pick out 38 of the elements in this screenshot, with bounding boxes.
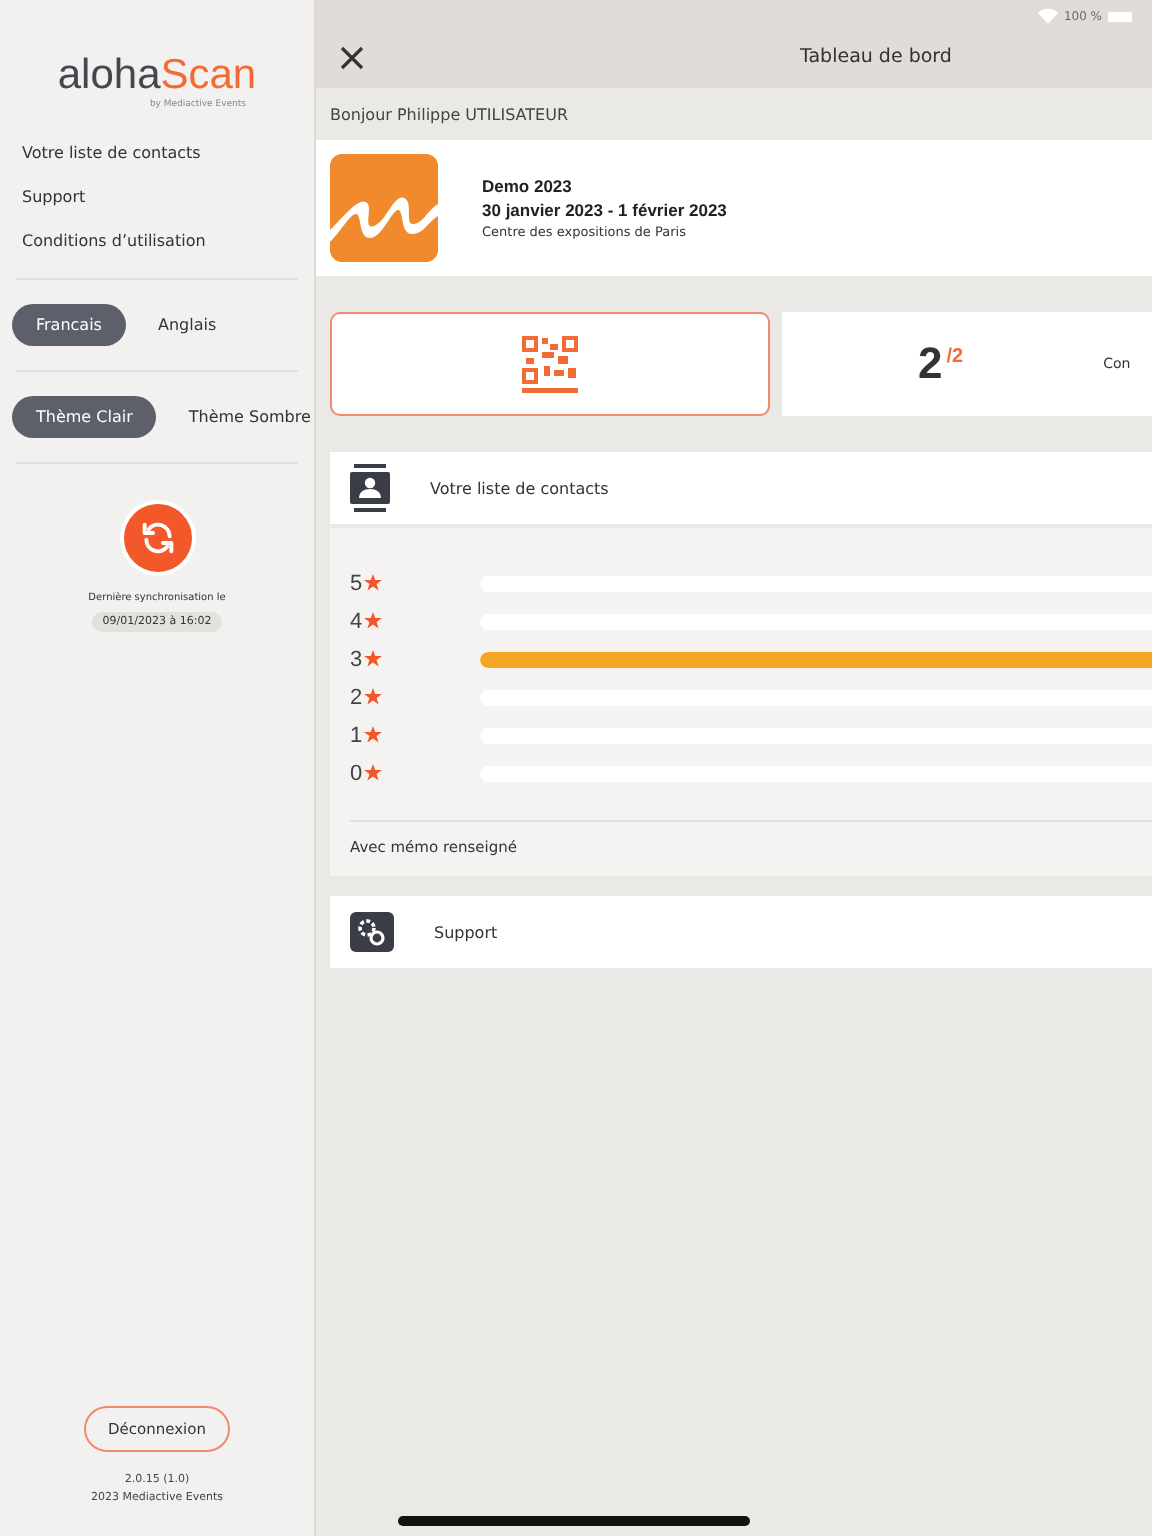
contacts-row[interactable]: Votre liste de contacts: [330, 452, 1152, 524]
star-icon: [364, 726, 383, 744]
event-logo: [330, 154, 438, 262]
qr-scan-icon: [520, 334, 580, 394]
rating-label: 5: [350, 571, 363, 595]
theme-option[interactable]: Thème Clair: [12, 396, 157, 438]
contact-count: 2: [918, 338, 943, 390]
gears-icon: [350, 912, 394, 952]
battery-icon: [1108, 11, 1132, 21]
language-option[interactable]: Francais: [12, 304, 126, 346]
menu-item[interactable]: Conditions d’utilisation: [22, 230, 292, 254]
contact-book-icon: [350, 464, 390, 512]
theme-option[interactable]: Thème Sombre: [164, 396, 335, 438]
language-option[interactable]: Anglais: [133, 304, 241, 346]
star-icon: [364, 764, 383, 782]
rating-label: 2: [350, 685, 363, 709]
rating-label: 4: [350, 609, 363, 633]
support-row[interactable]: Support: [330, 896, 1152, 968]
star-icon: [364, 612, 383, 630]
event-name: Demo 2023: [482, 176, 574, 196]
sync-button[interactable]: [119, 500, 195, 576]
rating-label: 0: [350, 761, 363, 785]
event-dates: 30 janvier 2023 - 1 février 2023: [482, 200, 727, 220]
contact-total: /2: [946, 345, 964, 367]
close-button[interactable]: [336, 41, 368, 73]
rating-label: 3: [350, 647, 363, 671]
page-title: Tableau de bord: [800, 46, 952, 68]
greeting-text: Bonjour Philippe UTILISATEUR: [330, 105, 569, 123]
star-icon: [364, 688, 383, 706]
star-icon: [364, 650, 383, 668]
scan-button[interactable]: [330, 312, 770, 416]
menu-item[interactable]: Votre liste de contacts: [22, 142, 292, 166]
star-icon: [364, 574, 383, 592]
menu-item[interactable]: Support: [22, 186, 292, 210]
rating-label: 1: [350, 723, 363, 747]
sync-icon: [137, 518, 177, 558]
wifi-icon: [1037, 8, 1058, 24]
app-logo: alohaScan: [57, 52, 257, 99]
